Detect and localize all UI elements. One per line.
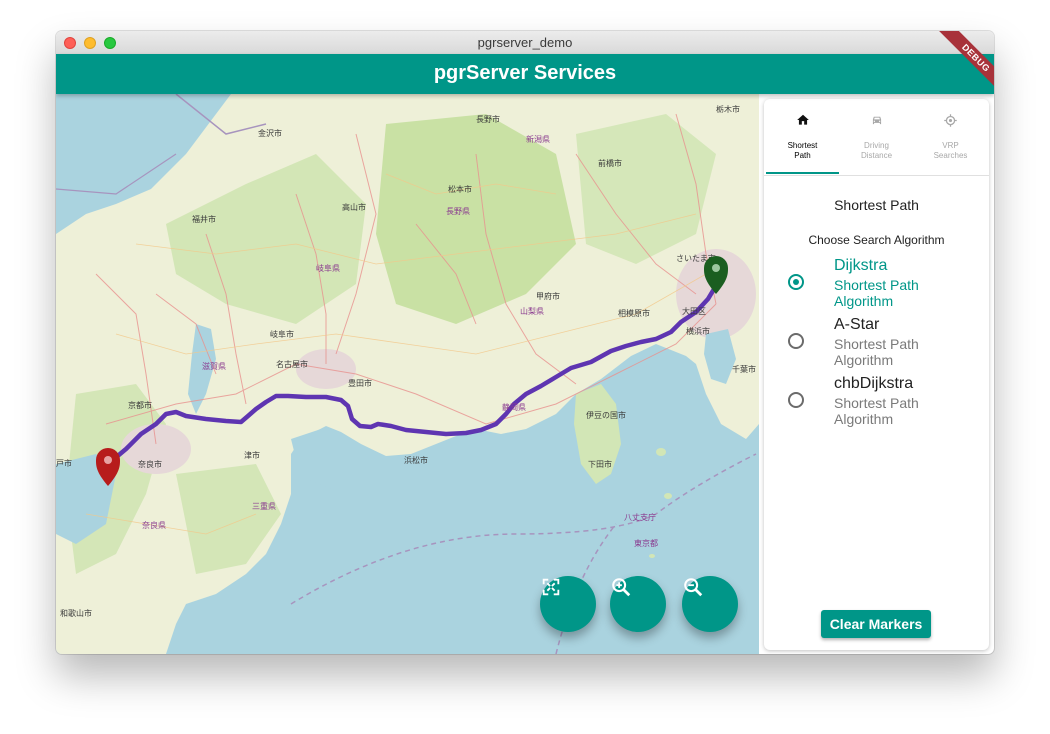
option-chbdijkstra-name: chbDijkstra	[834, 375, 914, 392]
zoom-out-button[interactable]	[682, 576, 738, 632]
map-view[interactable]: 金沢市 福井市 岐阜県 名古屋市 岐阜市 京都市 奈良市 津市 豊田市 浜松市 …	[56, 94, 759, 654]
car-icon	[840, 113, 913, 129]
map-label-takayama: 高山市	[342, 202, 366, 212]
option-dijkstra-name: Dijkstra	[834, 257, 888, 274]
tab-driving-distance[interactable]: Driving Distance	[840, 99, 913, 175]
map-label-shiga-pref: 滋賀県	[202, 361, 226, 371]
map-label-maebashi: 前橋市	[598, 158, 622, 168]
map-label-tochigi: 栃木市	[716, 104, 740, 114]
map-label-sagamihara: 相模原市	[618, 308, 650, 318]
map-label-wakayama: 和歌山市	[60, 608, 92, 618]
tab-bar: Shortest Path Driving Distance VRP Searc…	[764, 99, 989, 176]
map-label-shizuoka-pref: 静岡県	[502, 402, 526, 412]
tab-vrp-searches-label-1: VRP	[942, 141, 959, 150]
tab-shortest-path[interactable]: Shortest Path	[766, 99, 839, 175]
side-panel: Shortest Path Driving Distance VRP Searc…	[764, 99, 989, 650]
map-label-hamamatsu: 浜松市	[404, 455, 428, 465]
map-label-nagano-pref: 長野県	[446, 207, 470, 216]
map-label-shimoda: 下田市	[588, 459, 612, 469]
map-label-toyota: 豊田市	[348, 378, 372, 388]
map-label-ota: 大田区	[682, 306, 706, 316]
app-window: pgrserver_demo pgrServer Services DEBUG	[56, 31, 994, 654]
radio-dijkstra[interactable]	[788, 274, 804, 290]
map-label-nagano: 長野市	[476, 114, 500, 124]
map-label-matsumoto: 松本市	[448, 184, 472, 194]
map-label-niigata: 新潟県	[526, 134, 550, 144]
tab-driving-distance-label-2: Distance	[860, 151, 893, 160]
map-island-3	[649, 554, 655, 558]
map-label-izu: 伊豆の国市	[586, 410, 626, 420]
map-label-kofu: 甲府市	[536, 291, 560, 301]
tab-vrp-searches[interactable]: VRP Searches	[914, 99, 987, 175]
map-label-fukui: 福井市	[192, 214, 216, 224]
map-label-gifu-pref: 岐阜県	[316, 263, 340, 273]
tab-driving-distance-label-1: Driving	[864, 141, 889, 150]
radio-chbdijkstra[interactable]	[788, 392, 804, 408]
choose-algorithm-label: Choose Search Algorithm	[808, 233, 945, 247]
map-label-nagoya: 名古屋市	[276, 359, 308, 369]
map-label-tokyo-pref: 東京都	[634, 538, 658, 548]
tab-indicator	[766, 172, 839, 174]
window-titlebar: pgrserver_demo	[56, 31, 994, 55]
option-a-star-desc: Shortest Path Algorithm	[834, 336, 919, 368]
map-label-gifu: 岐阜市	[270, 329, 294, 339]
app-bar: pgrServer Services	[56, 54, 994, 94]
map-label-hachijo: 八丈支庁	[624, 512, 656, 522]
option-chbdijkstra-desc: Shortest Path Algorithm	[834, 395, 919, 427]
map-island-2	[664, 493, 672, 499]
map-label-mie-pref: 三重県	[252, 501, 276, 511]
option-a-star-name: A-Star	[834, 316, 880, 333]
tab-vrp-searches-label-2: Searches	[933, 151, 968, 160]
gps-icon	[914, 113, 987, 129]
map-label-yamanashi-pref: 山梨県	[520, 306, 544, 316]
home-icon	[766, 113, 839, 129]
map-label-tsu: 津市	[244, 450, 260, 460]
tab-shortest-path-label-1: Shortest	[787, 141, 818, 150]
clear-markers-button[interactable]: Clear Markers	[821, 610, 931, 638]
map-label-kyoto: 京都市	[128, 400, 152, 410]
zoom-in-button[interactable]	[610, 576, 666, 632]
map-izu-peninsula	[574, 384, 621, 484]
map-label-yokohama: 横浜市	[686, 326, 710, 336]
map-label-kobe: 戸市	[56, 458, 72, 468]
map-label-nara-pref: 奈良県	[142, 520, 166, 530]
fullscreen-button[interactable]	[540, 576, 596, 632]
option-dijkstra-desc: Shortest Path Algorithm	[834, 277, 919, 309]
window-title: pgrserver_demo	[477, 35, 573, 50]
panel-title: Shortest Path	[834, 197, 919, 213]
map-label-nara: 奈良市	[138, 459, 162, 469]
map-island-1	[656, 448, 666, 456]
radio-a-star[interactable]	[788, 333, 804, 349]
app-title: pgrServer Services	[433, 62, 617, 84]
map-label-kanazawa: 金沢市	[258, 128, 282, 138]
map-label-chiba: 千葉市	[732, 364, 756, 374]
map-ise-bay	[291, 429, 346, 489]
map-canvas[interactable]: 金沢市 福井市 岐阜県 名古屋市 岐阜市 京都市 奈良市 津市 豊田市 浜松市 …	[56, 94, 759, 654]
tab-shortest-path-label-2: Path	[794, 151, 811, 160]
